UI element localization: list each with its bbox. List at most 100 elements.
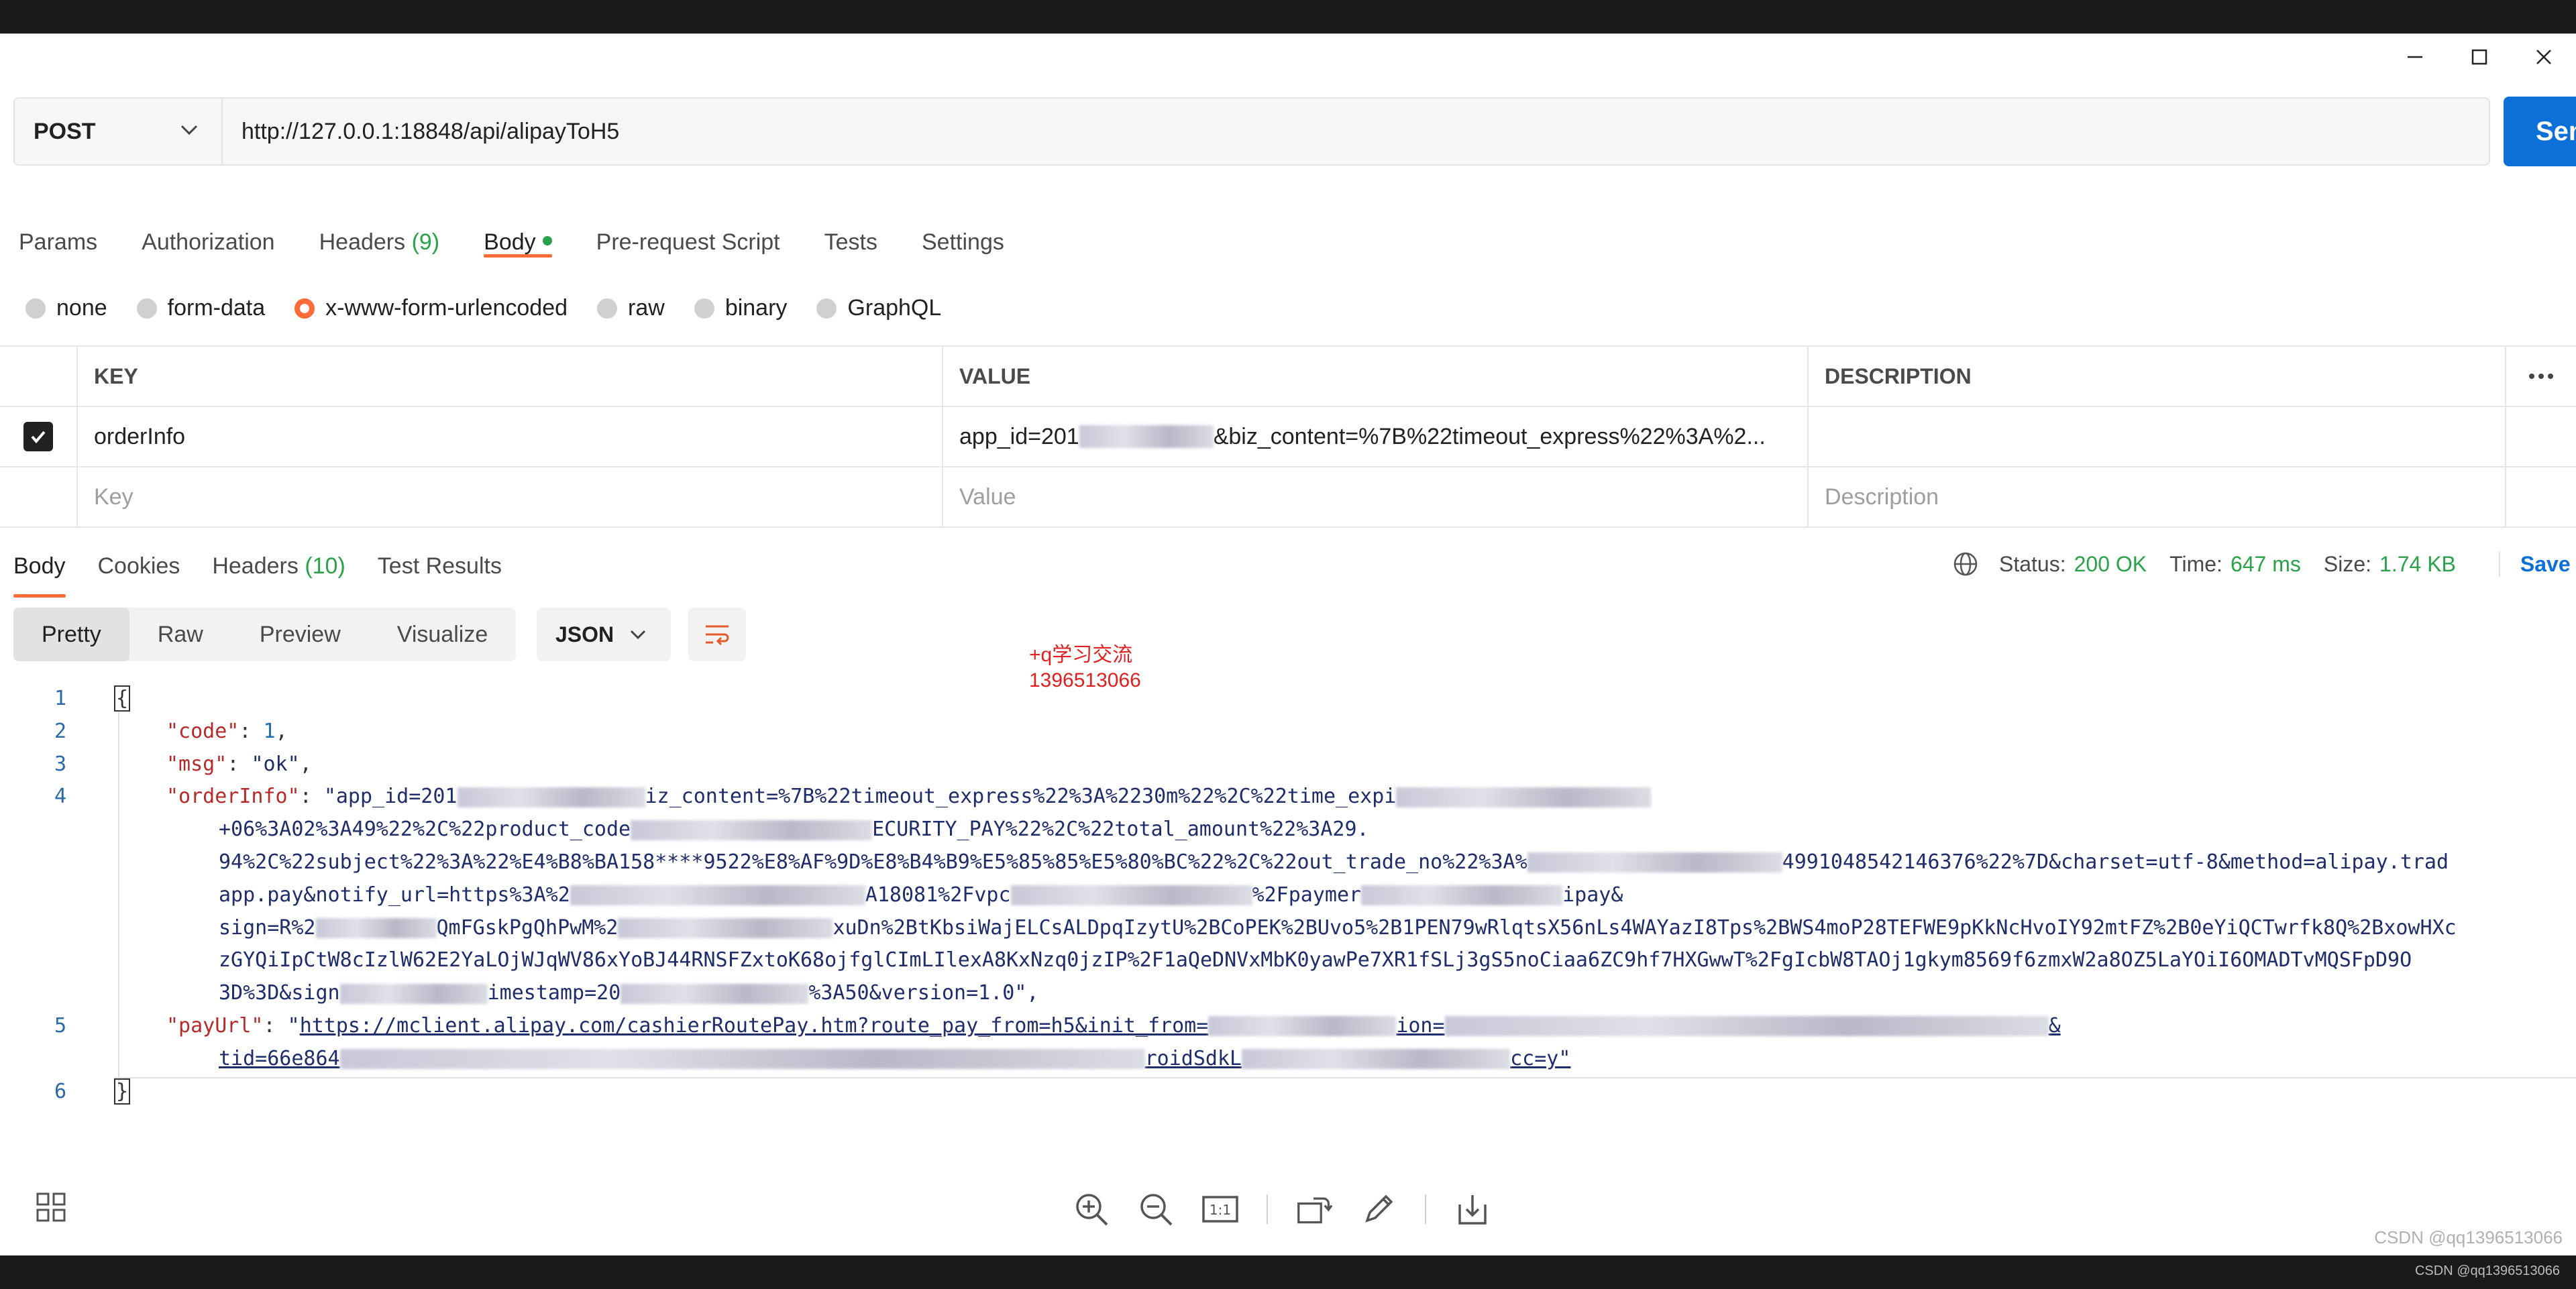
radio-urlencoded[interactable]: x-www-form-urlencoded (294, 295, 568, 321)
viewer-toolbar: 1:1 (0, 1160, 2576, 1254)
radio-binary[interactable]: binary (694, 295, 788, 321)
method-select[interactable]: POST (13, 97, 221, 166)
tab-headers[interactable]: Headers (9) (319, 194, 440, 255)
status-value[interactable]: 200 OK (2074, 552, 2147, 577)
save-response-button[interactable]: Save Res (2498, 551, 2576, 577)
window-controls (2383, 34, 2576, 80)
close-icon[interactable] (2512, 34, 2576, 80)
json-value: app.pay&notify_url=https%3A%2 (219, 883, 570, 907)
redacted-blur (618, 918, 833, 939)
code-text: app.pay&notify_url=https%3A%2 A18081%2Fvp… (219, 879, 1623, 912)
radio-form-data[interactable]: form-data (136, 295, 266, 321)
minimize-icon[interactable] (2383, 34, 2447, 80)
note-line-1: +q学习交流 (1029, 644, 1133, 666)
more-options-icon[interactable] (2506, 347, 2576, 406)
tab-pre-request-script[interactable]: Pre-request Script (596, 194, 780, 255)
tab-authorization[interactable]: Authorization (142, 194, 274, 255)
response-view-group: Pretty Raw Preview Visualize (13, 608, 517, 661)
json-value: iz_content=%7B%22timeout_express%22%3A%2… (645, 785, 1397, 809)
url-input[interactable]: http://127.0.0.1:18848/api/alipayToH5 (221, 97, 2490, 166)
code-line-wrap: +06%3A02%3A49%22%2C%22product_code ECURIT… (0, 814, 2576, 846)
response-body-code[interactable]: 1 { 2 "code": 1, 3 "msg": "ok", 4 "order… (0, 683, 2576, 1108)
rotate-icon[interactable] (1296, 1191, 1332, 1227)
code-line-wrap: sign=R%2 QmFGskPgQhPwM%2 xuDn%2BtKbsiWajEL… (0, 912, 2576, 945)
view-pretty[interactable]: Pretty (13, 608, 129, 661)
redacted-blur (631, 820, 873, 840)
code-line-wrap: zGYQiIpCtW8cIzlW62E2YaLOjWJqWV86xYoBJ44R… (0, 944, 2576, 977)
pay-url-link[interactable]: & (2049, 1014, 2061, 1038)
resp-tab-test-results[interactable]: Test Results (378, 528, 502, 595)
radio-label: x-www-form-urlencoded (325, 295, 568, 321)
radio-graphql[interactable]: GraphQL (816, 295, 941, 321)
code-line-wrap: tid=66e864 roidSdkL cc=y" (0, 1043, 2576, 1076)
redacted-blur (621, 983, 809, 1004)
resp-tab-headers-count: (10) (305, 553, 345, 579)
table-header-row: KEY VALUE DESCRIPTION (0, 345, 2576, 406)
radio-raw[interactable]: raw (597, 295, 665, 321)
zoom-in-icon[interactable] (1073, 1191, 1110, 1227)
json-key: "payUrl" (166, 1013, 264, 1038)
code-text: "payUrl": "https://mclient.alipay.com/ca… (166, 1013, 2061, 1038)
size-value[interactable]: 1.74 KB (2379, 552, 2456, 577)
view-preview[interactable]: Preview (231, 608, 369, 661)
pay-url-link[interactable]: ion= (1396, 1014, 1444, 1038)
code-line-wrap: 3D%3D&sign imestamp=20 %3A50&version=1.0", (0, 977, 2576, 1010)
param-value-cell[interactable]: app_id=201 &biz_content=%7B%22timeout_exp… (943, 407, 1809, 466)
tab-headers-label: Headers (319, 229, 406, 255)
wrap-lines-icon[interactable] (688, 608, 746, 661)
json-value: ipay& (1562, 883, 1623, 907)
tab-params[interactable]: Params (19, 194, 97, 255)
brace-close: } (114, 1078, 131, 1105)
json-value: xuDn%2BtKbsiWajELCsALDpqIzytU%2BCoPEK%2B… (833, 915, 2457, 940)
param-key-cell[interactable]: orderInfo (78, 407, 943, 466)
pay-url-link[interactable]: tid=66e864 (219, 1047, 340, 1070)
pay-url-link[interactable]: roidSdkL (1145, 1047, 1242, 1070)
maximize-icon[interactable] (2447, 34, 2512, 80)
code-line: 6 } (0, 1076, 2576, 1109)
json-value: imestamp=20 (487, 981, 621, 1005)
radio-label: form-data (167, 295, 266, 321)
json-value: +06%3A02%3A49%22%2C%22product_code (219, 818, 631, 842)
redacted-blur (1396, 787, 1652, 807)
resp-tab-headers[interactable]: Headers (10) (212, 528, 345, 595)
view-visualize[interactable]: Visualize (369, 608, 516, 661)
time-value[interactable]: 647 ms (2231, 552, 2301, 577)
radio-label: binary (724, 295, 788, 321)
header-value: VALUE (943, 347, 1809, 406)
code-text: } (114, 1076, 131, 1109)
radio-circle (816, 298, 837, 319)
key-placeholder[interactable]: Key (78, 467, 943, 526)
json-value: " (287, 1013, 300, 1038)
code-line-wrap: app.pay&notify_url=https%3A%2 A18081%2Fvp… (0, 879, 2576, 912)
code-line: 5 "payUrl": "https://mclient.alipay.com/… (0, 1010, 2576, 1043)
send-button[interactable]: Sen (2504, 97, 2576, 166)
top-bar (0, 0, 2576, 34)
row-checkbox-cell[interactable] (0, 407, 78, 466)
tab-tests[interactable]: Tests (824, 194, 877, 255)
tab-body[interactable]: Body (484, 194, 552, 258)
globe-icon[interactable] (1952, 551, 1979, 577)
tab-settings[interactable]: Settings (922, 194, 1004, 255)
description-placeholder[interactable]: Description (1809, 467, 2506, 526)
redacted-blur (570, 885, 865, 906)
download-icon[interactable] (1454, 1191, 1491, 1227)
checkbox-checked-icon[interactable] (23, 422, 53, 451)
view-raw[interactable]: Raw (129, 608, 231, 661)
format-select[interactable]: JSON (537, 608, 671, 661)
header-description: DESCRIPTION (1809, 347, 2506, 406)
resp-tab-body[interactable]: Body (13, 528, 66, 598)
grid-view-icon[interactable] (35, 1191, 67, 1227)
resp-tab-cookies[interactable]: Cookies (98, 528, 180, 595)
code-text: +06%3A02%3A49%22%2C%22product_code ECURIT… (219, 814, 1369, 846)
edit-pencil-icon[interactable] (1360, 1191, 1397, 1227)
actual-size-icon[interactable]: 1:1 (1202, 1191, 1238, 1227)
radio-none[interactable]: none (25, 295, 107, 321)
pay-url-link[interactable]: https://mclient.alipay.com/cashierRouteP… (300, 1014, 1209, 1038)
zoom-out-icon[interactable] (1138, 1191, 1174, 1227)
redacted-blur (1361, 885, 1563, 906)
value-placeholder[interactable]: Value (943, 467, 1809, 526)
json-value: %2Fpaymer (1252, 883, 1362, 907)
param-description-cell[interactable] (1809, 407, 2506, 466)
pay-url-link[interactable]: cc=y" (1510, 1047, 1570, 1070)
code-text: zGYQiIpCtW8cIzlW62E2YaLOjWJqWV86xYoBJ44R… (219, 948, 2412, 972)
